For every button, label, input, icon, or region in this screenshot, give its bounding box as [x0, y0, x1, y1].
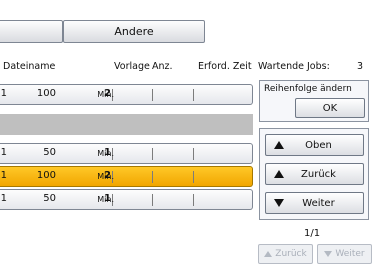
next-page-button[interactable]: Weiter [317, 244, 372, 264]
reorder-label: Reihenfolge ändern [264, 84, 352, 94]
waiting-jobs-label: Wartende Jobs: [258, 61, 330, 72]
row-separator [193, 171, 194, 183]
row-separator [193, 194, 194, 206]
prev-page-button[interactable]: Zurück [258, 244, 313, 264]
header-qty: Anz. [152, 61, 173, 72]
header-template: Vorlage [114, 61, 150, 72]
header-filename: Dateiname [3, 61, 56, 72]
job-time-unit: Min. [97, 172, 114, 181]
arrow-up-icon [274, 170, 284, 178]
ok-button[interactable]: OK [295, 98, 365, 118]
job-row-1[interactable]: 1 100 2 Min. [0, 84, 253, 105]
forward-button[interactable]: Weiter [265, 192, 364, 214]
header-time: Erford. Zeit [198, 61, 252, 72]
arrow-up-icon [274, 141, 284, 149]
arrow-down-icon [324, 251, 333, 257]
top-button[interactable]: Oben [265, 134, 364, 156]
job-pages: 100 [36, 88, 56, 99]
tab-left[interactable] [0, 20, 63, 43]
row-separator [193, 89, 194, 101]
job-copies: 1 [0, 193, 7, 204]
waiting-jobs-count: 3 [357, 61, 364, 72]
row-separator [152, 194, 153, 206]
row-separator [152, 171, 153, 183]
separator-bar [0, 114, 253, 135]
row-separator [193, 148, 194, 160]
arrow-up-icon [264, 251, 273, 257]
job-copies: 1 [0, 88, 7, 99]
move-panel: Oben Zurück Weiter [259, 128, 369, 220]
job-row-3-selected[interactable]: 1 100 2 Min. [0, 166, 253, 187]
job-copies: 1 [0, 147, 7, 158]
tab-andere[interactable]: Andere [63, 20, 205, 43]
row-separator [152, 89, 153, 101]
job-time-unit: Min. [97, 90, 114, 99]
job-time-unit: Min. [97, 195, 114, 204]
row-separator [152, 148, 153, 160]
arrow-down-icon [274, 199, 284, 207]
job-row-4[interactable]: 1 50 1 Min. [0, 189, 253, 210]
back-button[interactable]: Zurück [265, 163, 364, 185]
job-pages: 100 [36, 170, 56, 181]
job-pages: 50 [43, 147, 56, 158]
job-copies: 1 [0, 170, 7, 181]
reorder-panel: Reihenfolge ändern OK [259, 80, 369, 122]
job-pages: 50 [43, 193, 56, 204]
job-row-2[interactable]: 1 50 1 Min. [0, 143, 253, 164]
job-time-unit: Min. [97, 149, 114, 158]
page-indicator: 1/1 [304, 228, 321, 239]
